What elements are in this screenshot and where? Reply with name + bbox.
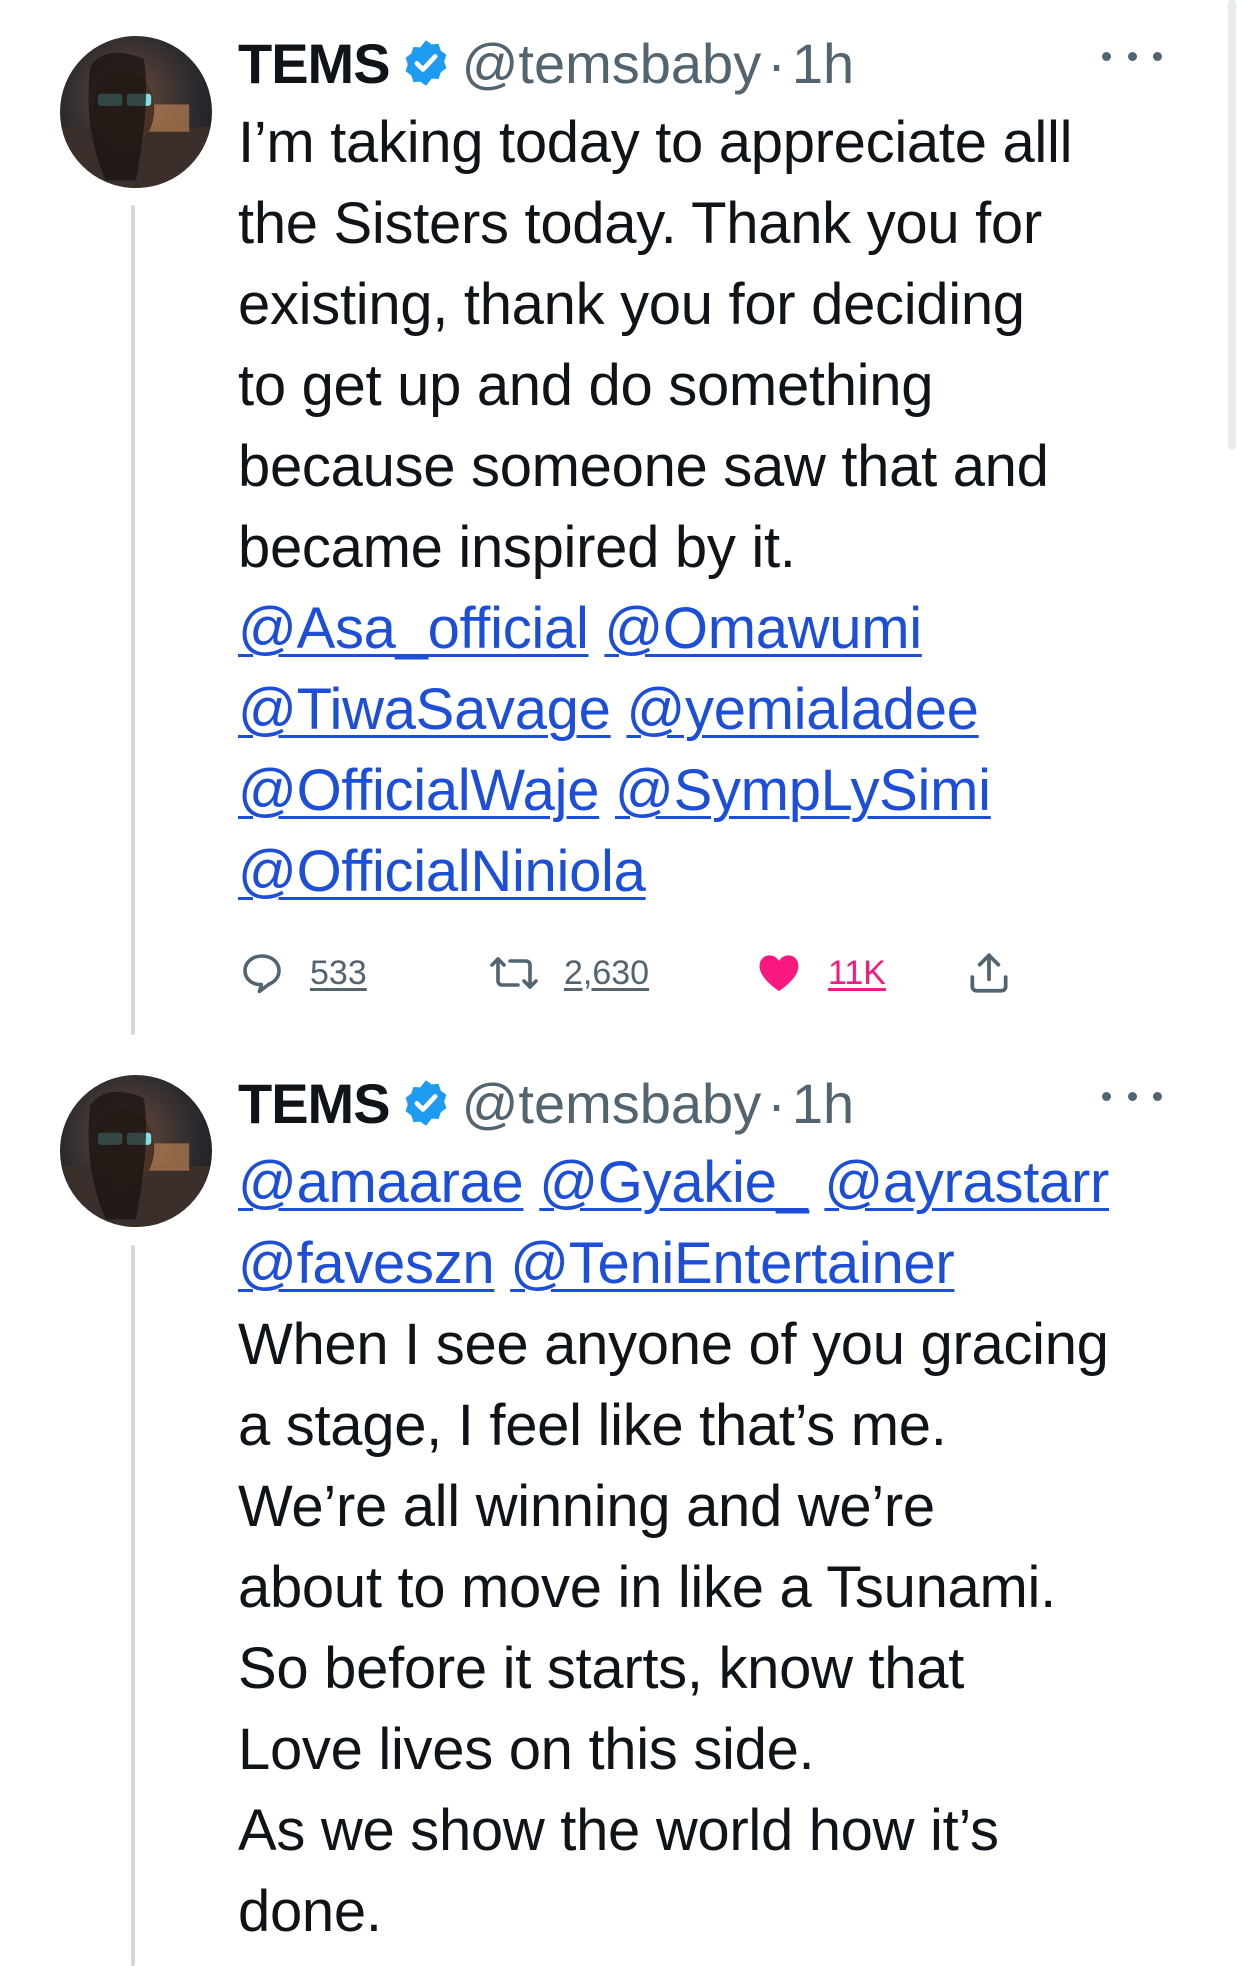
tweet-header: TEMS @temsbaby · 1h [238, 28, 1188, 98]
avatar-photo [60, 52, 212, 188]
tweet-actions: 533 2,630 11K [238, 948, 1188, 998]
retweet-button[interactable]: 2,630 [488, 949, 738, 997]
author-handle[interactable]: @temsbaby [462, 1071, 762, 1136]
mention-line: @Asa_official @Omawumi [238, 588, 1188, 669]
verified-badge-icon [400, 37, 452, 89]
like-button[interactable]: 11K [754, 949, 954, 997]
mention-link[interactable]: @ayrastarr [824, 1150, 1109, 1215]
timestamp[interactable]: 1h [792, 31, 854, 96]
heart-icon [759, 955, 799, 991]
timestamp[interactable]: 1h [792, 1071, 854, 1136]
mention-link[interactable]: @amaarae [238, 1150, 524, 1215]
text-line: a stage, I feel like that’s me. [238, 1393, 947, 1458]
mention-line: @OfficialNiniola [238, 831, 1188, 912]
mention-link[interactable]: @Asa_official [238, 596, 589, 661]
author-name[interactable]: TEMS [238, 31, 391, 96]
reply-button[interactable]: 533 [238, 949, 468, 997]
text-line: As we show the world how it’s [238, 1798, 999, 1863]
share-button[interactable] [964, 948, 1014, 998]
reply-count: 533 [310, 953, 367, 992]
avatar[interactable] [60, 1075, 212, 1227]
text-line: to get up and do something [238, 353, 934, 418]
mention-line: @amaarae @Gyakie_ @ayrastarr [238, 1142, 1188, 1223]
text-line: became inspired by it. [238, 515, 796, 580]
avatar[interactable] [60, 36, 212, 188]
separator: · [767, 1071, 786, 1135]
text-line: because someone saw that and [238, 434, 1049, 499]
mention-link[interactable]: @yemialadee [626, 677, 979, 742]
verified-badge-icon [400, 1077, 452, 1129]
mention-link[interactable]: @TiwaSavage [238, 677, 611, 742]
reply-icon [243, 954, 281, 994]
separator: · [767, 31, 786, 95]
mention-link[interactable]: @Omawumi [604, 596, 922, 661]
text-line: Love lives on this side. [238, 1717, 815, 1782]
retweet-icon [490, 957, 538, 989]
text-line: I’m taking today to appreciate alll [238, 110, 1073, 175]
tweet-text: @amaarae @Gyakie_ @ayrastarr @faveszn @T… [238, 1142, 1188, 1952]
tweet-text: I’m taking today to appreciate alll the … [238, 102, 1188, 912]
text-line: We’re all winning and we’re [238, 1474, 935, 1539]
mention-line: @TiwaSavage @yemialadee [238, 669, 1188, 750]
share-icon [970, 953, 1008, 993]
mention-link[interactable]: @faveszn [238, 1231, 495, 1296]
mention-link[interactable]: @OfficialWaje [238, 758, 599, 823]
author-name[interactable]: TEMS [238, 1071, 391, 1136]
thread-line [131, 205, 135, 1035]
text-line: So before it starts, know that [238, 1636, 965, 1701]
mention-line: @OfficialWaje @SympLySimi [238, 750, 1188, 831]
text-line: about to move in like a Tsunami. [238, 1555, 1056, 1620]
text-line: When I see anyone of you gracing [238, 1312, 1109, 1377]
retweet-count: 2,630 [564, 953, 650, 992]
scrollbar[interactable] [1228, 0, 1236, 450]
mention-link[interactable]: @TeniEntertainer [510, 1231, 955, 1296]
tweet-header: TEMS @temsbaby · 1h [238, 1068, 1188, 1138]
text-line: the Sisters today. Thank you for [238, 191, 1042, 256]
mention-link[interactable]: @SympLySimi [615, 758, 991, 823]
thread-line [131, 1245, 135, 1966]
like-count: 11K [828, 953, 886, 992]
mention-link[interactable]: @Gyakie_ [539, 1150, 809, 1215]
tweet[interactable]: TEMS @temsbaby · 1h I’m taking today to … [238, 28, 1188, 998]
avatar-photo [60, 1091, 212, 1227]
author-handle[interactable]: @temsbaby [462, 31, 762, 96]
mention-link[interactable]: @OfficialNiniola [238, 839, 646, 904]
text-line: done. [238, 1879, 382, 1944]
mention-line: @faveszn @TeniEntertainer [238, 1223, 1188, 1304]
text-line: existing, thank you for deciding [238, 272, 1025, 337]
more-options-icon[interactable] [1102, 1076, 1162, 1116]
tweet[interactable]: TEMS @temsbaby · 1h @amaarae @Gyakie_ @a… [238, 1068, 1188, 1952]
more-options-icon[interactable] [1102, 36, 1162, 76]
